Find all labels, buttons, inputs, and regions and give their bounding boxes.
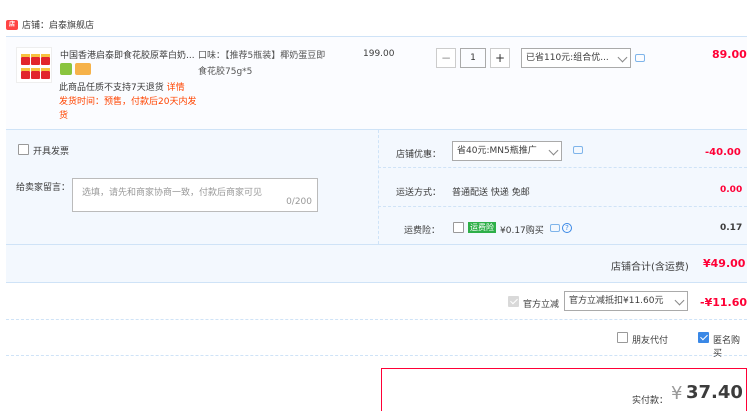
message-placeholder: 选填，请先和商家协商一致，付款后商家可见 xyxy=(82,188,263,198)
insurance-price: ¥0.17购买 xyxy=(500,226,544,236)
actual-payment-label: 实付款： xyxy=(632,396,669,406)
shop-subtotal-row: 店铺合计(含运费) ¥49.00 xyxy=(6,244,747,282)
anonymous-checkbox[interactable] xyxy=(698,332,709,343)
message-textarea[interactable]: 选填，请先和商家协商一致，付款后商家可见 0/200 xyxy=(72,178,318,212)
product-thumbnail[interactable] xyxy=(16,47,52,83)
anonymous-label: 匿名购买 xyxy=(713,336,741,359)
official-discount-row: 官方立减 官方立减抵扣¥11.60元 -¥11.60 xyxy=(6,282,747,320)
decrease-button[interactable]: − xyxy=(436,48,456,68)
unit-price: 199.00 xyxy=(363,49,395,59)
shipping-method: 普通配送 快递 免邮 xyxy=(452,188,530,198)
insurance-checkbox[interactable] xyxy=(453,222,464,233)
official-discount-amount: -¥11.60 xyxy=(700,296,748,309)
product-spec: 口味：【推荐5瓶装】椰奶蛋豆即 食花胶75g*5 xyxy=(198,48,348,80)
official-discount-label: 官方立减 xyxy=(523,300,560,310)
help-icon[interactable]: ? xyxy=(562,223,572,233)
currency-symbol: ¥ xyxy=(671,383,683,404)
shop-discount-select[interactable]: 省40元:MN5瓶推广 xyxy=(452,141,562,161)
insurance-tag: 运费险 xyxy=(468,222,496,233)
invoice-label: 开具发票 xyxy=(33,147,70,157)
chevron-down-icon xyxy=(674,295,685,306)
official-discount-select[interactable]: 官方立减抵扣¥11.60元 xyxy=(564,291,688,311)
shipping-amount: 0.00 xyxy=(720,185,743,195)
item-promo-select[interactable]: 已省110元:组合优... xyxy=(521,48,631,68)
spec-line-2: 食花胶75g*5 xyxy=(198,67,253,77)
shop-discount-label: 店铺优惠： xyxy=(396,150,442,160)
subtotal-label: 店铺合计(含运费) xyxy=(611,262,689,273)
details-link[interactable]: 详情 xyxy=(167,83,185,93)
service-badge-icon xyxy=(60,63,72,75)
return-policy-text: 此商品任质不支持7天退货 xyxy=(59,83,164,93)
payment-options-row: 朋友代付 匿名购买 xyxy=(6,320,747,359)
chat-icon[interactable] xyxy=(573,146,583,154)
item-promo-value: 已省110元:组合优... xyxy=(526,53,609,63)
chevron-down-icon xyxy=(548,145,559,156)
item-notice: 此商品任质不支持7天退货 详情 发货时间：预售，付款后20天内发货 xyxy=(59,81,199,123)
cart-item-row: 中国香港启泰即食花胶原萃白奶... 此商品任质不支持7天退货 详情 发货时间：预… xyxy=(6,36,747,130)
spec-line-1: 口味：【推荐5瓶装】椰奶蛋豆即 xyxy=(198,51,326,61)
friend-pay-label: 朋友代付 xyxy=(632,336,669,346)
friend-pay-checkbox[interactable] xyxy=(617,332,628,343)
divider xyxy=(378,167,747,168)
insurance-amount: 0.17 xyxy=(720,223,743,233)
shipping-label: 运送方式： xyxy=(396,188,442,198)
official-discount-value: 官方立减抵扣¥11.60元 xyxy=(569,296,664,306)
subtotal-value: ¥49.00 xyxy=(703,257,746,270)
message-counter: 0/200 xyxy=(286,197,312,207)
shop-name[interactable]: 店铺：启泰旗舰店 xyxy=(22,18,94,31)
divider xyxy=(378,206,747,207)
increase-button[interactable]: + xyxy=(490,48,510,68)
divider xyxy=(378,130,379,244)
quantity-input[interactable]: 1 xyxy=(460,48,486,68)
card-badge-icon xyxy=(75,63,91,75)
official-discount-checkbox[interactable] xyxy=(508,296,519,307)
item-total: 89.00 xyxy=(712,48,747,61)
invoice-checkbox[interactable] xyxy=(18,144,29,155)
ship-time-label: 发货时间： xyxy=(59,97,105,107)
chat-icon[interactable] xyxy=(550,224,560,232)
insurance-label: 运费险： xyxy=(404,226,441,236)
shop-discount-amount: -40.00 xyxy=(705,147,741,158)
actual-payment-box: 实付款： ¥ 37.40 xyxy=(381,368,747,411)
product-title[interactable]: 中国香港启泰即食花胶原萃白奶... xyxy=(60,48,200,61)
chat-icon[interactable] xyxy=(635,54,645,62)
shop-discount-value: 省40元:MN5瓶推广 xyxy=(457,146,537,156)
shop-icon: 店 xyxy=(6,20,18,30)
actual-payment-value: 37.40 xyxy=(686,382,743,403)
message-label: 给卖家留言： xyxy=(16,183,71,193)
chevron-down-icon xyxy=(617,52,628,63)
